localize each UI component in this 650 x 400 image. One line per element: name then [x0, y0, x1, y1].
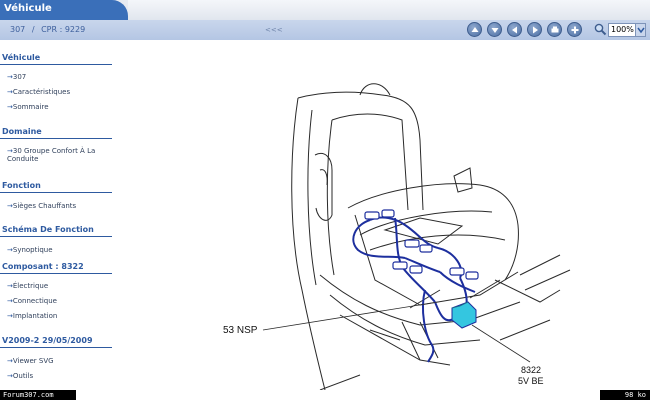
sidebar: Véhicule 307 Caractéristiques Sommaire D… [0, 40, 120, 390]
down-arrow-icon[interactable] [487, 22, 502, 37]
header-center-mark: <<< [265, 26, 283, 34]
section-divider [0, 138, 112, 139]
footer: Forum307.com 98 ko [0, 390, 650, 400]
sidebar-item-viewer-svg[interactable]: Viewer SVG [7, 357, 117, 365]
sidebar-item-connectique[interactable]: Connectique [7, 297, 117, 305]
sidebar-item-synoptique[interactable]: Synoptique [7, 246, 117, 254]
right-arrow-icon[interactable] [527, 22, 542, 37]
left-arrow-icon[interactable] [507, 22, 522, 37]
sidebar-item-electrique[interactable]: Électrique [7, 282, 117, 290]
label-component-sub: 5V BE [518, 376, 544, 386]
footer-site-label: Forum307.com [0, 390, 76, 400]
header-bar: Véhicule 307 / CPR : 9229 <<< 100% [0, 0, 650, 40]
header-tab: Véhicule [0, 0, 128, 20]
label-component-code: 8322 [521, 365, 541, 375]
header-top-fill [128, 0, 650, 20]
breadcrumb-model[interactable]: 307 [10, 25, 25, 34]
label-53-nsp: 53 NSP [223, 325, 258, 336]
chevron-down-icon[interactable] [635, 24, 645, 36]
breadcrumb: 307 / CPR : 9229 [10, 25, 89, 34]
breadcrumb-separator: / [31, 25, 35, 34]
section-divider [0, 192, 112, 193]
sidebar-item-groupe-confort[interactable]: 30 Groupe Confort À La Conduite [7, 147, 117, 163]
sidebar-item-caracteristiques[interactable]: Caractéristiques [7, 88, 117, 96]
section-title-version: V2009-2 29/05/2009 [2, 336, 93, 345]
sidebar-item-sommaire[interactable]: Sommaire [7, 103, 117, 111]
section-divider [0, 347, 112, 348]
section-title-domaine: Domaine [2, 127, 42, 136]
sidebar-item-implantation[interactable]: Implantation [7, 312, 117, 320]
zoom-select[interactable]: 100% [608, 23, 646, 37]
up-arrow-icon[interactable] [467, 22, 482, 37]
section-title-fonction: Fonction [2, 181, 41, 190]
seat-diagram: 53 NSP 8322 5V BE [223, 83, 571, 390]
section-divider [0, 236, 112, 237]
sidebar-item-model[interactable]: 307 [7, 73, 117, 81]
zoom-icon[interactable] [594, 23, 607, 36]
header-title: Véhicule [4, 3, 52, 14]
component-8322[interactable] [451, 301, 477, 329]
sidebar-item-sieges-chauffants[interactable]: Sièges Chauffants [7, 202, 117, 210]
connectors [364, 209, 479, 280]
section-divider [0, 273, 112, 274]
footer-size-label: 98 ko [600, 390, 650, 400]
section-divider [0, 64, 112, 65]
section-title-composant: Composant : 8322 [2, 262, 84, 271]
section-title-schema: Schéma De Fonction [2, 225, 94, 234]
plus-icon[interactable] [567, 22, 582, 37]
print-icon[interactable] [547, 22, 562, 37]
section-title-vehicule: Véhicule [2, 53, 41, 62]
leader-lines [262, 301, 531, 363]
zoom-value: 100% [611, 25, 634, 34]
sidebar-item-outils[interactable]: Outils [7, 372, 117, 380]
breadcrumb-cpr: CPR : 9229 [41, 25, 86, 34]
